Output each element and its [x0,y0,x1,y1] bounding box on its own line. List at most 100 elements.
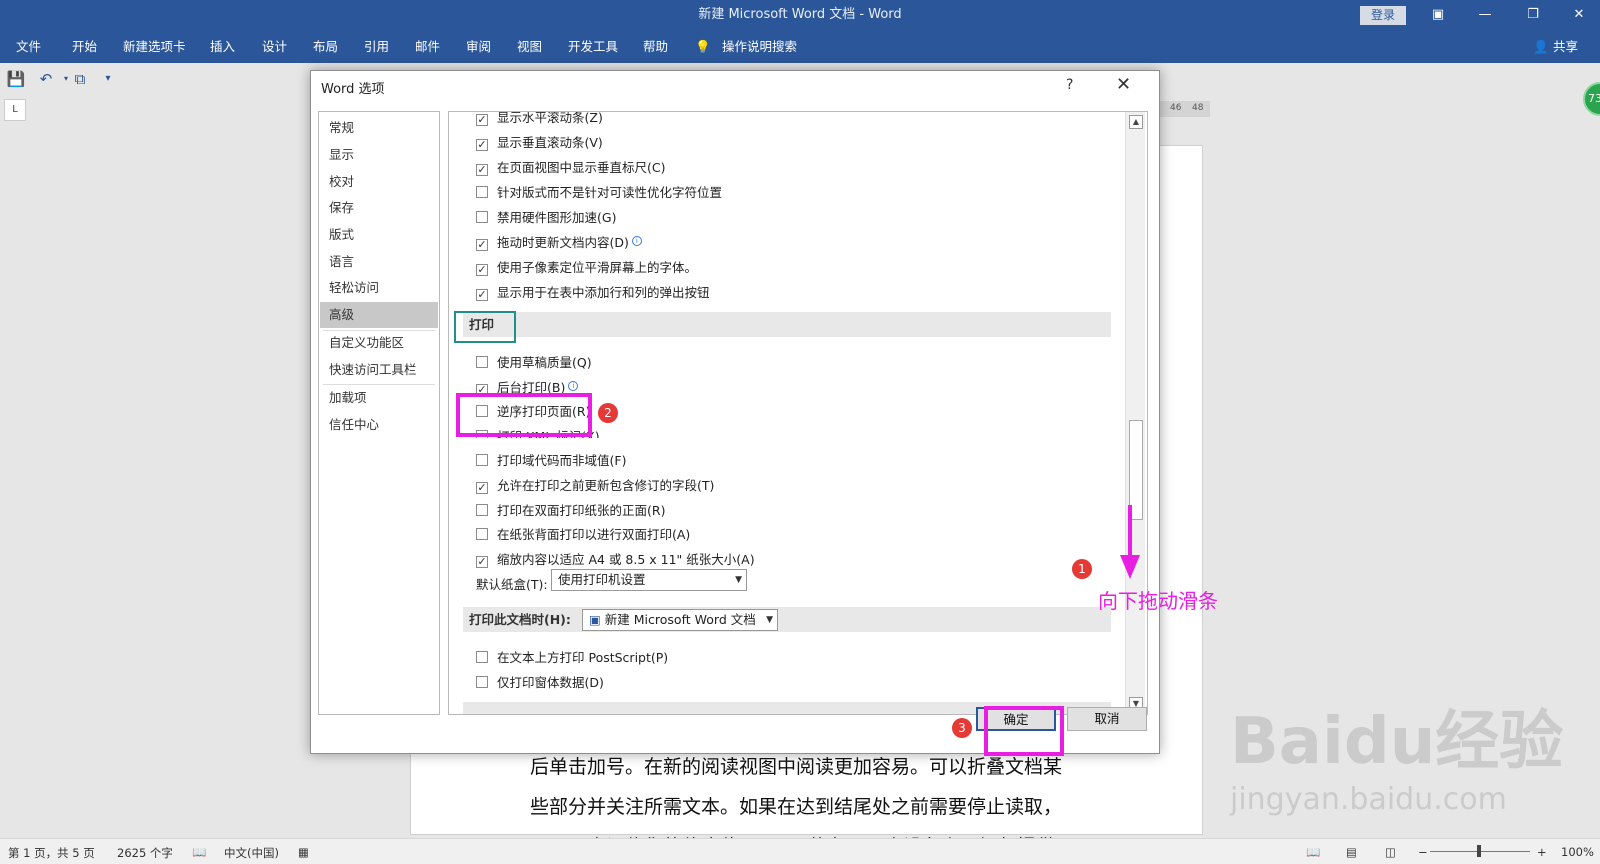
tab-developer[interactable]: 开发工具 [568,30,618,63]
tab-home[interactable]: 开始 [72,30,97,63]
zoom-level[interactable]: 100% [1561,845,1594,859]
nav-typography[interactable]: 版式 [320,222,438,248]
tab-view[interactable]: 视图 [517,30,542,63]
tab-mailings[interactable]: 邮件 [415,30,440,63]
tray-select[interactable]: 使用打印机设置 ▼ [551,569,747,591]
tell-me-search[interactable]: 操作说明搜索 [722,30,797,63]
nav-proofing[interactable]: 校对 [320,169,438,195]
option-drag-update[interactable]: ✓ 拖动时更新文档内容(D) i [476,232,642,252]
login-button[interactable]: 登录 [1360,6,1406,25]
option-char-position[interactable]: 针对版式而不是针对可读性优化字符位置 [476,182,722,202]
option-duplex-front[interactable]: 打印在双面打印纸张的正面(R) [476,500,665,520]
language[interactable]: 中文(中国) [224,845,279,861]
nav-general[interactable]: 常规 [320,115,438,141]
nav-language[interactable]: 语言 [320,249,438,275]
checkbox[interactable] [476,211,488,223]
watermark-logo: Baidu经验 [1230,705,1564,779]
option-table-popup[interactable]: ✓ 显示用于在表中添加行和列的弹出按钮 [476,282,710,302]
checkbox[interactable]: ✓ [476,482,488,494]
option-v-ruler[interactable]: ✓ 在页面视图中显示垂直标尺(C) [476,157,665,177]
info-icon[interactable]: i [631,236,642,246]
share-icon[interactable]: 👤 [1533,30,1549,63]
tab-layout[interactable]: 布局 [313,30,338,63]
checkbox[interactable]: ✓ [476,289,488,301]
option-update-tracked[interactable]: ✓ 允许在打印之前更新包含修订的字段(T) [476,475,714,495]
nav-quick-access[interactable]: 快速访问工具栏 [320,357,438,383]
chevron-down-icon: ▼ [766,615,773,625]
ruler-number: 48 [1192,103,1204,113]
close-window-icon[interactable]: ✕ [1566,4,1592,26]
nav-advanced[interactable]: 高级 [320,302,438,328]
option-scale-paper[interactable]: ✓ 缩放内容以适应 A4 或 8.5 x 11" 纸张大小(A) [476,549,755,569]
option-postscript[interactable]: 在文本上方打印 PostScript(P) [476,647,668,667]
option-draft-quality[interactable]: 使用草稿质量(Q) [476,352,592,372]
help-button[interactable]: ? [1066,77,1073,93]
reverse-print-highlight [456,393,592,437]
tab-help[interactable]: 帮助 [643,30,668,63]
customize-qat-icon[interactable]: ▾ [98,69,118,89]
web-layout-icon[interactable]: ◫ [1385,845,1396,859]
checkbox[interactable] [476,356,488,368]
read-mode-icon[interactable]: 📖 [1306,845,1320,859]
nav-addins[interactable]: 加载项 [320,385,438,411]
checkbox[interactable] [476,454,488,466]
nav-save[interactable]: 保存 [320,195,438,221]
word-count[interactable]: 2625 个字 [117,845,173,861]
macro-icon[interactable]: ▦ [298,845,309,859]
zoom-out-icon[interactable]: − [1418,845,1428,859]
checkbox[interactable]: ✓ [476,164,488,176]
info-icon[interactable]: i [568,381,579,391]
option-subpixel[interactable]: ✓ 使用子像素定位平滑屏幕上的字体。 [476,257,697,277]
checkbox[interactable]: ✓ [476,556,488,568]
option-form-data[interactable]: 仅打印窗体数据(D) [476,672,604,692]
option-h-scrollbar[interactable]: ✓ 显示水平滚动条(Z) [476,112,603,127]
lightbulb-icon[interactable]: 💡 [695,30,711,63]
checkbox[interactable] [476,504,488,516]
step-marker: 2 [598,403,618,423]
touch-mode-icon[interactable]: ⧉ [70,69,90,89]
nav-trust-center[interactable]: 信任中心 [320,412,438,438]
print-layout-icon[interactable]: ▤ [1346,845,1357,859]
close-dialog-button[interactable]: ✕ [1116,74,1131,95]
option-field-codes[interactable]: 打印域代码而非域值(F) [476,450,626,470]
tab-insert[interactable]: 插入 [210,30,235,63]
tab-selector-icon[interactable]: L [4,99,26,121]
option-hw-accel[interactable]: 禁用硬件图形加速(G) [476,207,616,227]
word-options-dialog: Word 选项 ? ✕ 常规 显示 校对 保存 版式 语言 轻松访问 高级 自定… [310,70,1160,754]
zoom-slider-thumb[interactable] [1477,845,1481,857]
nav-display[interactable]: 显示 [320,142,438,168]
print-doc-select[interactable]: ▣ 新建 Microsoft Word 文档 ▼ [582,609,778,631]
ribbon-display-icon[interactable]: ▣ [1425,4,1451,26]
checkbox[interactable]: ✓ [476,264,488,276]
zoom-in-icon[interactable]: + [1537,845,1547,859]
option-duplex-back[interactable]: 在纸张背面打印以进行双面打印(A) [476,524,690,544]
nav-customize-ribbon[interactable]: 自定义功能区 [320,330,438,356]
proofing-icon[interactable]: 📖 [192,845,206,859]
option-v-scrollbar[interactable]: ✓ 显示垂直滚动条(V) [476,132,603,152]
tab-new[interactable]: 新建选项卡 [123,30,186,63]
share-button[interactable]: 共享 [1553,30,1578,63]
options-scrollbar[interactable]: ▲ ▼ [1125,112,1145,714]
checkbox[interactable] [476,528,488,540]
checkbox[interactable] [476,651,488,663]
ok-button-highlight [984,706,1064,756]
minimize-icon[interactable]: — [1472,4,1498,26]
restore-icon[interactable]: ❐ [1520,4,1546,26]
checkbox[interactable]: ✓ [476,239,488,251]
checkbox[interactable] [476,676,488,688]
tab-design[interactable]: 设计 [262,30,287,63]
save-icon[interactable]: 💾 [6,69,26,89]
undo-icon[interactable]: ↶ [36,69,56,89]
dialog-title: Word 选项 [321,82,385,97]
tab-review[interactable]: 审阅 [466,30,491,63]
tab-references[interactable]: 引用 [364,30,389,63]
tray-label: 默认纸盒(T): [476,577,548,592]
page-count[interactable]: 第 1 页，共 5 页 [8,845,95,861]
scroll-up-icon[interactable]: ▲ [1129,115,1143,129]
checkbox[interactable]: ✓ [476,139,488,151]
tab-file[interactable]: 文件 [16,30,41,63]
nav-accessibility[interactable]: 轻松访问 [320,275,438,301]
checkbox[interactable]: ✓ [476,114,488,126]
cancel-button[interactable]: 取消 [1067,707,1147,731]
checkbox[interactable] [476,186,488,198]
